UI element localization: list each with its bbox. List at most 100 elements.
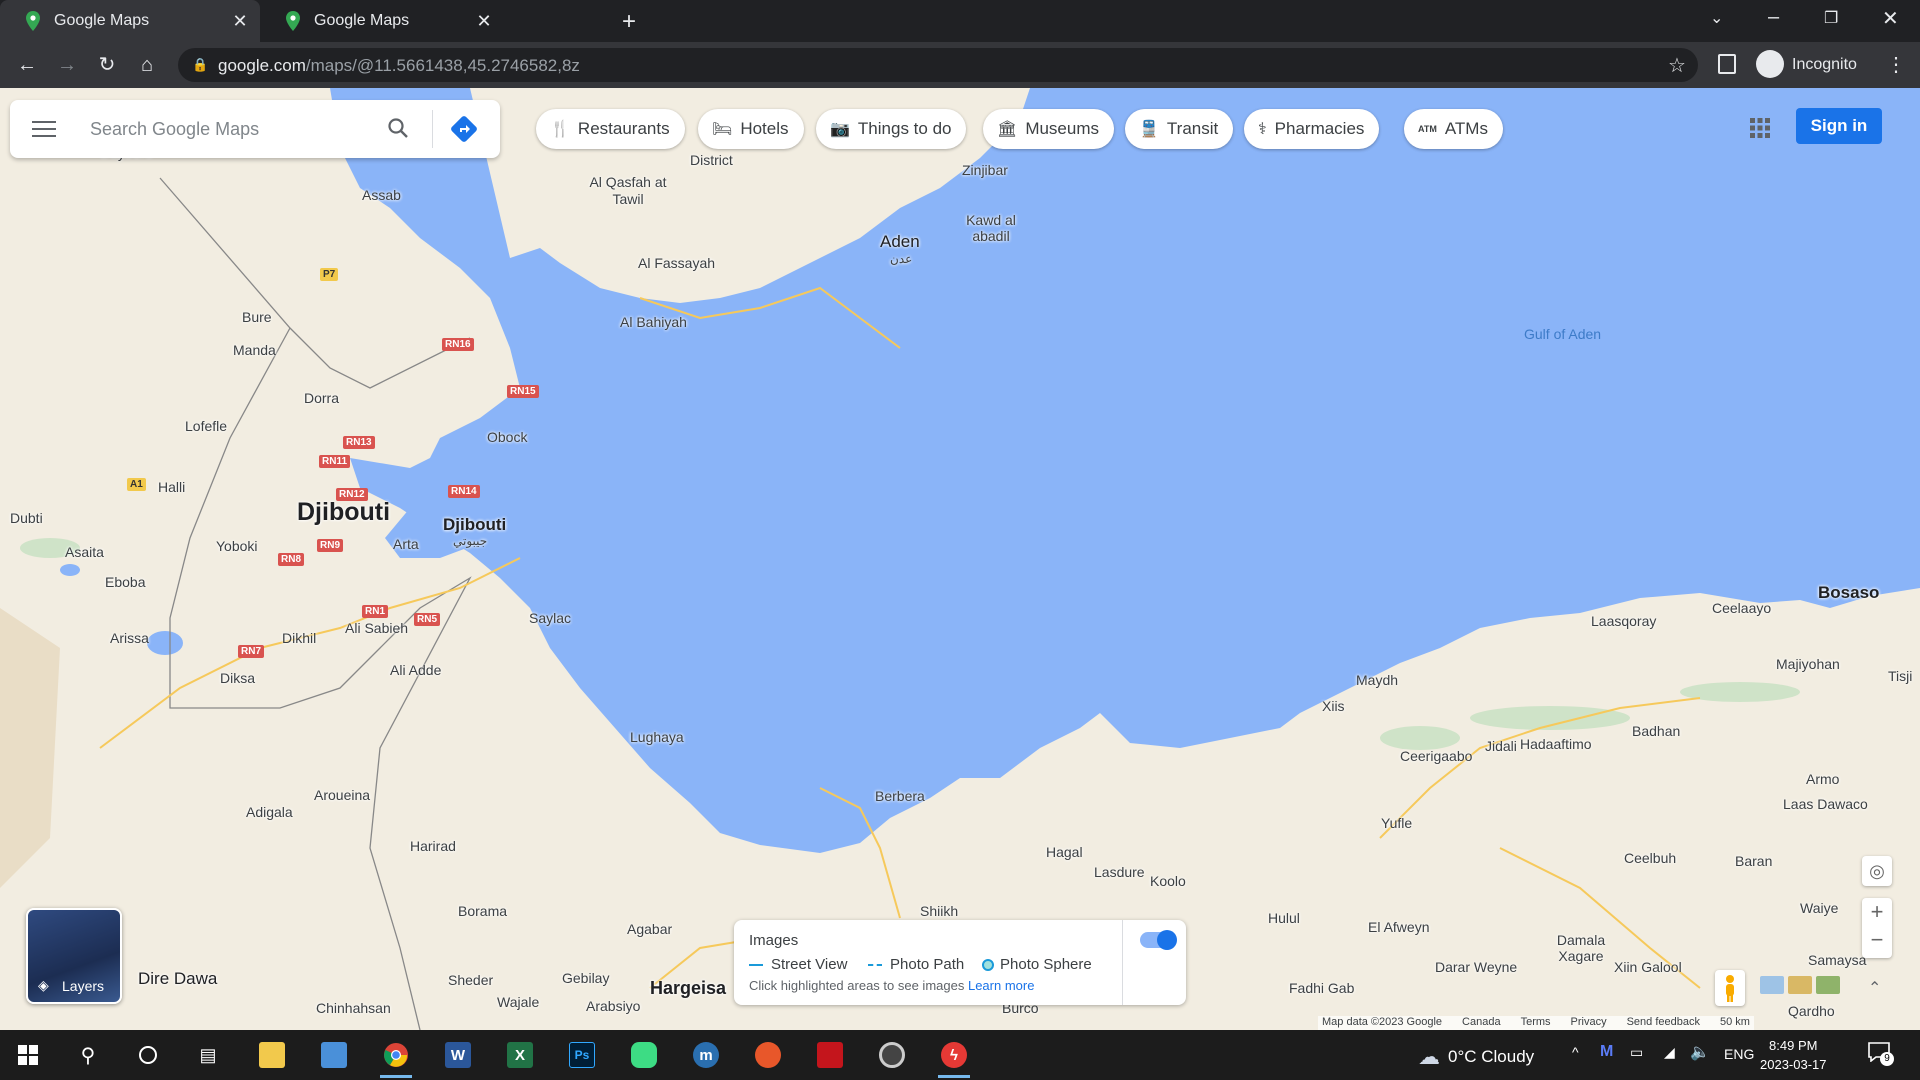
- cortana-icon[interactable]: [126, 1036, 170, 1074]
- place-koolo[interactable]: Koolo: [1150, 873, 1186, 889]
- place-harirad[interactable]: Harirad: [410, 838, 456, 854]
- place-saylac[interactable]: Saylac: [529, 610, 571, 626]
- app-media-icon[interactable]: [870, 1036, 914, 1074]
- place-hagal[interactable]: Hagal: [1046, 844, 1083, 860]
- place-zinjibar[interactable]: Zinjibar: [962, 162, 1008, 178]
- scale-label[interactable]: 50 km: [1720, 1016, 1750, 1030]
- browser-tab-1[interactable]: Google Maps ✕: [0, 0, 260, 42]
- place-ceelbuh[interactable]: Ceelbuh: [1624, 850, 1676, 866]
- place-arissa[interactable]: Arissa: [110, 630, 149, 646]
- my-location-icon[interactable]: ◎: [1862, 856, 1892, 886]
- restore-icon[interactable]: ❐: [1824, 8, 1838, 28]
- place-majiyohan[interactable]: Majiyohan: [1776, 656, 1840, 672]
- clock[interactable]: 8:49 PM 2023-03-17: [1760, 1036, 1827, 1074]
- chip-atms[interactable]: ATM ATMs: [1404, 109, 1503, 149]
- place-xiis[interactable]: Xiis: [1322, 698, 1345, 714]
- back-arrow-icon[interactable]: ←: [12, 50, 42, 80]
- place-halli[interactable]: Halli: [158, 479, 185, 495]
- place-asaita[interactable]: Asaita: [65, 544, 104, 560]
- side-panel-icon[interactable]: [1718, 54, 1736, 74]
- network-icon[interactable]: ◢: [1664, 1044, 1675, 1061]
- place-darar-weyne[interactable]: Darar Weyne: [1435, 959, 1517, 975]
- place-aden[interactable]: Aden: [880, 232, 920, 252]
- place-laas-dawaco[interactable]: Laas Dawaco: [1783, 796, 1868, 812]
- place-assab[interactable]: Assab: [362, 187, 401, 203]
- search-icon[interactable]: [386, 116, 410, 145]
- file-explorer-icon[interactable]: [250, 1036, 294, 1074]
- battery-icon[interactable]: ▭: [1630, 1044, 1643, 1061]
- place-bure[interactable]: Bure: [242, 309, 272, 325]
- place-ceelaayo[interactable]: Ceelaayo: [1712, 600, 1771, 616]
- place-shiikh[interactable]: Shiikh: [920, 903, 958, 919]
- bookmark-star-icon[interactable]: ☆: [1668, 53, 1686, 78]
- browser-tab-2[interactable]: Google Maps ✕: [260, 0, 504, 42]
- search-icon[interactable]: ⚲: [66, 1036, 110, 1074]
- directions-icon[interactable]: [450, 115, 478, 148]
- tray-chevron-icon[interactable]: ^: [1572, 1044, 1579, 1060]
- menu-hamburger-icon[interactable]: [32, 119, 56, 139]
- place-arabsiyo[interactable]: Arabsiyo: [586, 998, 640, 1014]
- place-yufle[interactable]: Yufle: [1381, 815, 1412, 831]
- place-jidali[interactable]: Jidali: [1485, 738, 1517, 754]
- google-apps-icon[interactable]: [1748, 116, 1772, 140]
- chip-restaurants[interactable]: 🍴 Restaurants: [536, 109, 685, 149]
- place-tisji[interactable]: Tisji: [1888, 668, 1912, 684]
- place-aroueina[interactable]: Aroueina: [314, 787, 370, 803]
- region-link[interactable]: Canada: [1462, 1016, 1501, 1030]
- map-canvas[interactable]: Dayburu Assab Bure Manda Dorra Lofefle H…: [0, 88, 1920, 1030]
- place-wajale[interactable]: Wajale: [497, 994, 539, 1010]
- place-hargeisa[interactable]: Hargeisa: [650, 978, 726, 999]
- chrome-icon[interactable]: [374, 1036, 418, 1078]
- place-damala-xagare[interactable]: Damala Xagare: [1546, 932, 1616, 964]
- images-toggle[interactable]: [1140, 930, 1177, 950]
- place-manda[interactable]: Manda: [233, 342, 276, 358]
- place-gulf-of-aden[interactable]: Gulf of Aden: [1524, 326, 1601, 342]
- app-recorder-icon[interactable]: [808, 1036, 852, 1074]
- place-waiye[interactable]: Waiye: [1800, 900, 1838, 916]
- place-dubti[interactable]: Dubti: [10, 510, 43, 526]
- place-obock[interactable]: Obock: [487, 429, 527, 445]
- thumbnail-grass[interactable]: [1816, 976, 1840, 994]
- place-lasdure[interactable]: Lasdure: [1094, 864, 1145, 880]
- browser-menu-icon[interactable]: ⋮: [1886, 52, 1906, 77]
- place-baran[interactable]: Baran: [1735, 853, 1772, 869]
- place-eboba[interactable]: Eboba: [105, 574, 145, 590]
- place-dikhil[interactable]: Dikhil: [282, 630, 316, 646]
- home-icon[interactable]: ⌂: [132, 50, 162, 80]
- volume-icon[interactable]: 🔈: [1690, 1042, 1710, 1062]
- language-indicator[interactable]: ENG: [1724, 1046, 1754, 1062]
- tray-app-icon[interactable]: M: [1600, 1043, 1613, 1061]
- control-panel-icon[interactable]: [312, 1036, 356, 1074]
- thumbnail-field[interactable]: [1788, 976, 1812, 994]
- excel-icon[interactable]: X: [498, 1036, 542, 1074]
- place-bosaso[interactable]: Bosaso: [1818, 583, 1879, 603]
- app-flash-icon[interactable]: ϟ: [932, 1036, 976, 1078]
- place-djibouti-city[interactable]: Djibouti: [443, 515, 506, 535]
- notifications-icon[interactable]: 9: [1868, 1042, 1894, 1066]
- place-el-afweyn[interactable]: El Afweyn: [1368, 919, 1429, 935]
- place-gebilay[interactable]: Gebilay: [562, 970, 609, 986]
- place-badhan[interactable]: Badhan: [1632, 723, 1680, 739]
- place-al-bahiyah[interactable]: Al Bahiyah: [620, 314, 687, 330]
- place-berbera[interactable]: Berbera: [875, 788, 925, 804]
- place-al-fassayah[interactable]: Al Fassayah: [638, 255, 715, 271]
- learn-more-link[interactable]: Learn more: [968, 978, 1034, 993]
- place-diksa[interactable]: Diksa: [220, 670, 255, 686]
- imagery-thumbnails[interactable]: [1760, 976, 1846, 1000]
- chip-transit[interactable]: 🚆 Transit: [1125, 109, 1234, 149]
- chip-things-to-do[interactable]: 📷 Things to do: [816, 109, 967, 149]
- place-hulul[interactable]: Hulul: [1268, 910, 1300, 926]
- place-sheder[interactable]: Sheder: [448, 972, 493, 988]
- place-kawd-al-abadil[interactable]: Kawd al abadil: [956, 212, 1026, 244]
- place-xiin-galool[interactable]: Xiin Galool: [1614, 959, 1682, 975]
- place-laasqoray[interactable]: Laasqoray: [1591, 613, 1656, 629]
- forward-arrow-icon[interactable]: →: [52, 50, 82, 80]
- place-district[interactable]: District: [690, 152, 733, 168]
- place-djibouti-country[interactable]: Djibouti: [297, 498, 390, 527]
- chip-hotels[interactable]: 🛏 Hotels: [698, 109, 804, 149]
- photoshop-icon[interactable]: Ps: [560, 1036, 604, 1074]
- thumbnail-sky[interactable]: [1760, 976, 1784, 994]
- place-qardho[interactable]: Qardho: [1788, 1003, 1835, 1019]
- place-ali-sabieh[interactable]: Ali Sabieh: [345, 620, 408, 636]
- pegman-icon[interactable]: [1715, 970, 1745, 1006]
